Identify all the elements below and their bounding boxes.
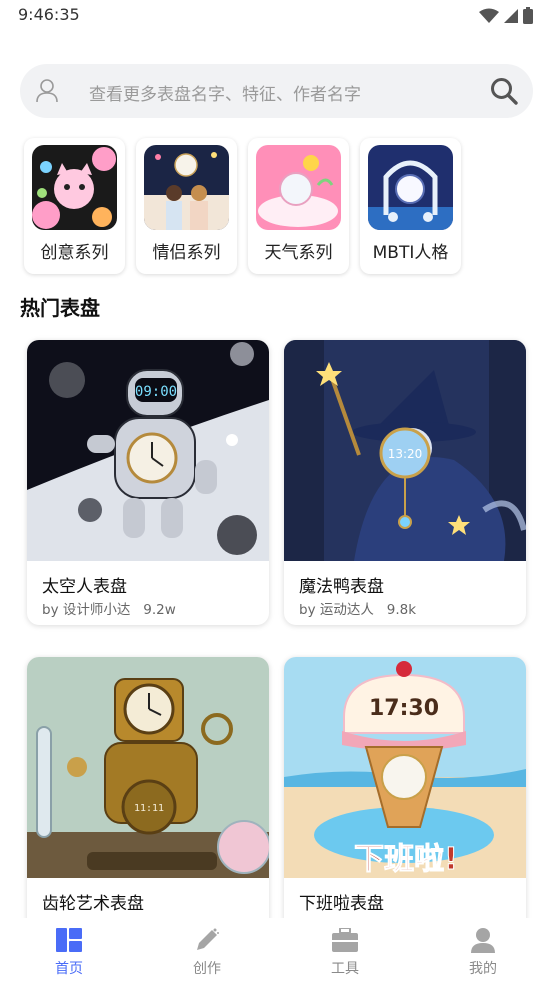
tab-label: 创作 — [193, 961, 221, 977]
gear-robot-artwork: 11:11 — [27, 657, 269, 878]
status-icons — [479, 7, 533, 24]
tab-label: 我的 — [469, 961, 497, 977]
wizard-clock-text: 13:20 — [388, 447, 423, 461]
watchface-card[interactable]: 17:30 下班啦! 下班啦表盘 — [284, 657, 526, 942]
search-bar[interactable]: 查看更多表盘名字、特征、作者名字 — [20, 64, 533, 118]
profile-icon — [471, 928, 495, 953]
couple-icon — [144, 145, 229, 230]
mbti-icon — [368, 145, 453, 230]
person-icon — [36, 79, 58, 103]
tab-profile[interactable]: 我的 — [443, 926, 523, 978]
section-title: 热门表盘 — [20, 296, 100, 320]
tab-label: 首页 — [55, 961, 83, 977]
gear-clock-text: 11:11 — [134, 803, 164, 814]
watchface-card[interactable]: 13:20 魔法鸭表盘 by 运动达人 9.8k — [284, 340, 526, 625]
ice-cream-artwork: 17:30 下班啦! — [284, 657, 526, 878]
card-title: 下班啦表盘 — [299, 894, 384, 914]
search-icon[interactable] — [489, 76, 519, 106]
category-weather[interactable]: 天气系列 — [248, 138, 349, 274]
astronaut-clock-text: 09:00 — [135, 384, 177, 400]
icecream-banner-text: 下班啦! — [354, 842, 458, 877]
tab-tools[interactable]: 工具 — [305, 926, 385, 978]
signal-icon — [504, 8, 518, 23]
watchface-card[interactable]: 11:11 齿轮艺术表盘 — [27, 657, 269, 942]
pencil-icon — [197, 928, 219, 950]
category-label: 创意系列 — [40, 243, 109, 263]
watchface-card[interactable]: 09:00 太空人表盘 by 设计师小达 9.2w — [27, 340, 269, 625]
cat-balloon-icon — [32, 145, 117, 230]
tab-label: 工具 — [331, 961, 359, 977]
astronaut-artwork: 09:00 — [27, 340, 269, 561]
card-title: 魔法鸭表盘 — [299, 577, 384, 597]
search-input[interactable]: 查看更多表盘名字、特征、作者名字 — [89, 80, 361, 105]
battery-icon — [523, 7, 533, 24]
bottom-tab-bar: 首页 创作 工具 我的 — [0, 918, 553, 984]
status-time: 9:46:35 — [18, 5, 80, 24]
category-label: 天气系列 — [264, 243, 333, 263]
home-grid-icon — [56, 928, 82, 952]
tab-create[interactable]: 创作 — [167, 926, 247, 978]
category-label: MBTI人格 — [372, 243, 449, 263]
tab-home[interactable]: 首页 — [29, 926, 109, 978]
icecream-clock-text: 17:30 — [369, 696, 439, 721]
card-meta: by 运动达人 9.8k — [299, 602, 417, 618]
card-title: 太空人表盘 — [42, 577, 127, 597]
category-couple[interactable]: 情侣系列 — [136, 138, 237, 274]
category-label: 情侣系列 — [152, 243, 221, 263]
status-bar: 9:46:35 — [0, 0, 553, 32]
category-creative[interactable]: 创意系列 — [24, 138, 125, 274]
wifi-icon — [479, 8, 499, 23]
wizard-duck-artwork: 13:20 — [284, 340, 526, 561]
category-row: 创意系列 情侣系列 天气系列 MBTI人格 — [24, 138, 461, 274]
category-mbti[interactable]: MBTI人格 — [360, 138, 461, 274]
weather-icon — [256, 145, 341, 230]
card-meta: by 设计师小达 9.2w — [42, 602, 176, 618]
toolbox-icon — [332, 928, 358, 952]
card-title: 齿轮艺术表盘 — [42, 894, 144, 914]
